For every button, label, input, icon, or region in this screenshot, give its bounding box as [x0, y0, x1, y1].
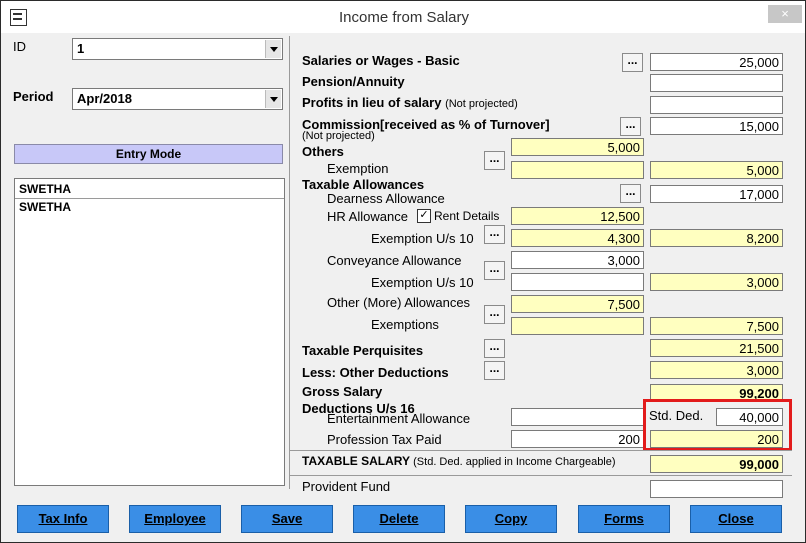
delete-button[interactable]: Delete: [353, 505, 445, 533]
taxable-salary-label-text: TAXABLE SALARY: [302, 454, 410, 468]
conv-exemption-field-2[interactable]: 3,000: [650, 273, 783, 291]
taxable-divider-bottom: [290, 475, 792, 476]
exemption-label: Exemption: [327, 161, 389, 176]
conveyance-field[interactable]: 3,000: [511, 251, 644, 269]
taxable-salary-field: 99,000: [650, 455, 783, 473]
close-button[interactable]: Close: [690, 505, 782, 533]
list-item[interactable]: SWETHA: [19, 182, 71, 196]
profits-note: (Not projected): [445, 98, 518, 110]
period-label: Period: [13, 89, 54, 104]
provident-fund-label: Provident Fund: [302, 479, 391, 494]
rent-details-checkbox[interactable]: ✓: [417, 209, 431, 223]
panel-divider: [289, 36, 290, 489]
profits-label: Profits in lieu of salary (Not projected…: [302, 95, 518, 110]
pension-field[interactable]: [650, 74, 783, 92]
id-select[interactable]: 1: [72, 38, 283, 60]
chevron-down-icon[interactable]: [265, 40, 281, 58]
exemptions-field-2[interactable]: 7,500: [650, 317, 783, 335]
exemptions-label: Exemptions: [371, 317, 439, 332]
dearness-field[interactable]: 17,000: [650, 185, 783, 203]
std-deduction-highlight: [643, 399, 792, 451]
other-deductions-details-button[interactable]: ...: [484, 361, 505, 380]
copy-button[interactable]: Copy: [465, 505, 557, 533]
title-bar: Income from Salary ×: [1, 1, 805, 33]
taxable-allowances-label: Taxable Allowances: [302, 177, 425, 192]
taxable-divider-top: [290, 450, 792, 451]
other-deductions-label: Less: Other Deductions: [302, 365, 449, 380]
conv-exemption-details-button[interactable]: ...: [484, 261, 505, 280]
rent-details-label: Rent Details: [434, 209, 500, 223]
id-value: 1: [77, 41, 85, 56]
other-more-label: Other (More) Allowances: [327, 295, 471, 310]
profits-label-text: Profits in lieu of salary: [302, 95, 442, 110]
period-select[interactable]: Apr/2018: [72, 88, 283, 110]
commission-details-button[interactable]: ...: [620, 117, 641, 136]
window-title: Income from Salary: [338, 9, 470, 26]
period-value: Apr/2018: [77, 91, 132, 106]
dearness-details-button[interactable]: ...: [620, 184, 641, 203]
hra-exemption-label: Exemption U/s 10: [371, 231, 474, 246]
perquisites-label: Taxable Perquisites: [302, 343, 424, 358]
other-deductions-field[interactable]: 3,000: [650, 361, 783, 379]
profession-tax-label: Profession Tax Paid: [327, 432, 442, 447]
list-divider: [15, 198, 284, 199]
hra-label: HR Allowance: [327, 209, 408, 224]
exemption-field-1[interactable]: [511, 161, 644, 179]
profits-field[interactable]: [650, 96, 783, 114]
entertainment-label: Entertainment Allowance: [327, 411, 471, 426]
conv-exemption-label: Exemption U/s 10: [371, 275, 474, 290]
perquisites-details-button[interactable]: ...: [484, 339, 505, 358]
employee-list[interactable]: SWETHA SWETHA: [14, 178, 285, 486]
close-window-button[interactable]: ×: [768, 5, 802, 23]
salaries-basic-details-button[interactable]: ...: [622, 53, 643, 72]
other-more-field[interactable]: 7,500: [511, 295, 644, 313]
conv-exemption-field-1[interactable]: [511, 273, 644, 291]
provident-fund-field[interactable]: [650, 480, 783, 498]
commission-field[interactable]: 15,000: [650, 117, 783, 135]
taxable-salary-note: (Std. Ded. applied in Income Chargeable): [413, 456, 616, 468]
hra-exemption-field-1[interactable]: 4,300: [511, 229, 644, 247]
others-details-button[interactable]: ...: [484, 151, 505, 170]
hra-exemption-field-2[interactable]: 8,200: [650, 229, 783, 247]
hra-exemption-details-button[interactable]: ...: [484, 225, 505, 244]
tax-info-button[interactable]: Tax Info: [17, 505, 109, 533]
hra-field[interactable]: 12,500: [511, 207, 644, 225]
commission-note: (Not projected): [302, 130, 375, 142]
others-label: Others: [302, 144, 344, 159]
conveyance-label: Conveyance Allowance: [327, 253, 462, 268]
perquisites-field[interactable]: 21,500: [650, 339, 783, 357]
salaries-basic-label: Salaries or Wages - Basic: [302, 53, 460, 68]
entertainment-field[interactable]: [511, 408, 644, 426]
forms-button[interactable]: Forms: [578, 505, 670, 533]
exemptions-field-1[interactable]: [511, 317, 644, 335]
dearness-label: Dearness Allowance: [327, 191, 445, 206]
salaries-basic-field[interactable]: 25,000: [650, 53, 783, 71]
exemptions-details-button[interactable]: ...: [484, 305, 505, 324]
profession-tax-field-1[interactable]: 200: [511, 430, 644, 448]
save-button[interactable]: Save: [241, 505, 333, 533]
pension-label: Pension/Annuity: [302, 74, 405, 89]
chevron-down-icon[interactable]: [265, 90, 281, 108]
list-item[interactable]: SWETHA: [19, 200, 71, 214]
employee-button[interactable]: Employee: [129, 505, 221, 533]
taxable-salary-label: TAXABLE SALARY (Std. Ded. applied in Inc…: [302, 454, 616, 468]
others-field[interactable]: 5,000: [511, 138, 644, 156]
exemption-field[interactable]: 5,000: [650, 161, 783, 179]
entry-mode-button[interactable]: Entry Mode: [14, 144, 283, 164]
gross-salary-label: Gross Salary: [302, 384, 383, 399]
id-label: ID: [13, 39, 26, 54]
